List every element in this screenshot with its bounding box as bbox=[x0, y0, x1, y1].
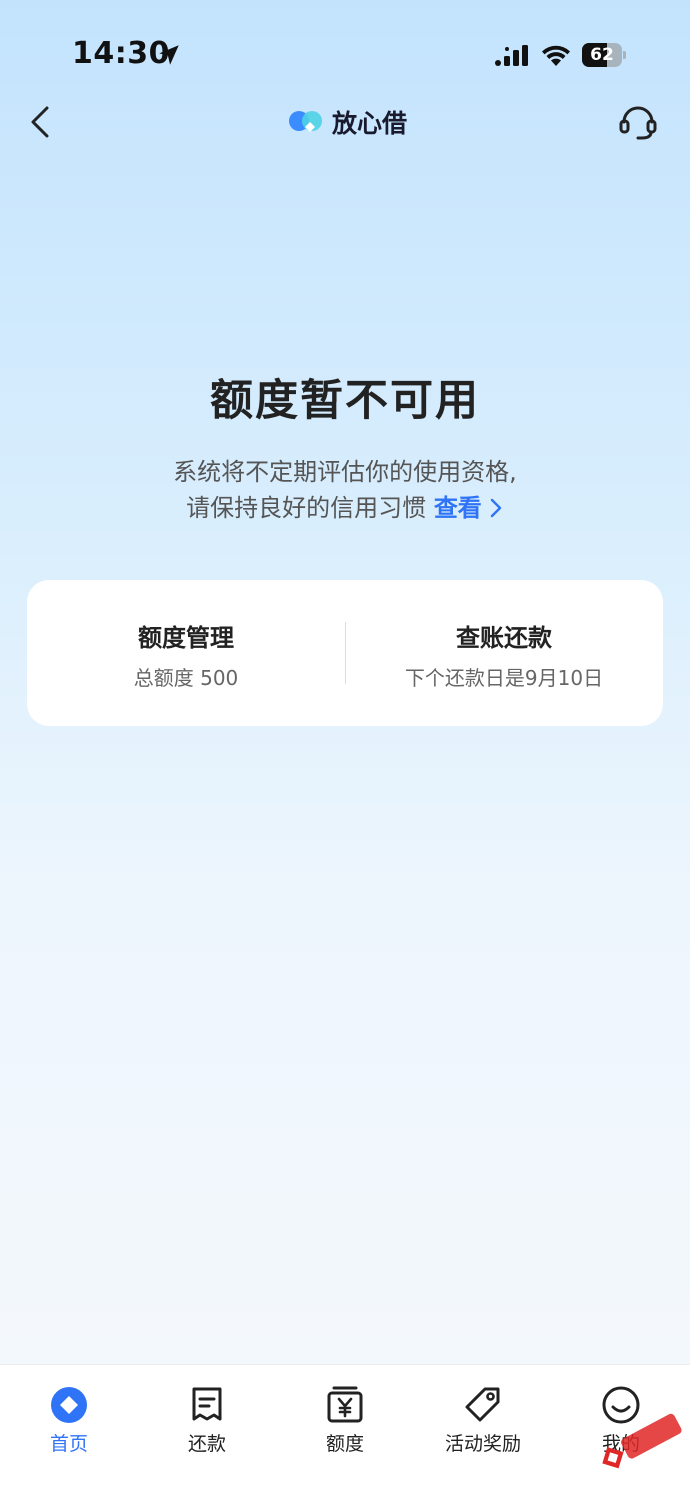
chevron-right-icon bbox=[490, 498, 502, 518]
battery-level: 62 bbox=[590, 45, 614, 65]
next-repayment-date-text: 下个还款日是9月10日 bbox=[404, 666, 604, 690]
description-line-1: 系统将不定期评估你的使用资格, bbox=[173, 458, 517, 486]
yuan-box-icon bbox=[327, 1386, 363, 1423]
tab-rewards[interactable]: 活动奖励 bbox=[414, 1365, 552, 1500]
chevron-left-icon bbox=[31, 106, 49, 138]
page-title: 额度暂不可用 bbox=[210, 376, 480, 426]
tab-home[interactable]: 首页 bbox=[0, 1365, 138, 1500]
home-diamond-icon bbox=[51, 1387, 87, 1423]
tab-credit[interactable]: 额度 bbox=[276, 1365, 414, 1500]
tab-rewards-label: 活动奖励 bbox=[444, 1433, 521, 1455]
wifi-icon bbox=[542, 45, 570, 66]
total-credit-text: 总额度 500 bbox=[133, 666, 239, 690]
credit-management-button[interactable]: 额度管理 总额度 500 bbox=[27, 580, 345, 726]
tab-credit-label: 额度 bbox=[325, 1433, 364, 1455]
brand-name: 放心借 bbox=[332, 109, 408, 138]
credit-management-title: 额度管理 bbox=[138, 624, 234, 652]
brand: 放心借 bbox=[288, 104, 407, 140]
bill-repayment-button[interactable]: 查账还款 下个还款日是9月10日 bbox=[345, 580, 663, 726]
battery-indicator: 62 bbox=[582, 43, 626, 67]
customer-service-button[interactable] bbox=[616, 100, 660, 144]
tag-icon bbox=[465, 1387, 500, 1422]
cellular-signal-icon bbox=[495, 45, 528, 66]
status-description: 系统将不定期评估你的使用资格, 请保持良好的信用习惯 查看 bbox=[0, 454, 690, 526]
bill-repayment-title: 查账还款 bbox=[456, 624, 552, 652]
back-button[interactable] bbox=[20, 100, 64, 144]
location-arrow-icon bbox=[159, 45, 179, 65]
bill-icon bbox=[192, 1387, 222, 1421]
tab-home-label: 首页 bbox=[49, 1433, 88, 1455]
view-details-link[interactable]: 查看 bbox=[434, 490, 504, 526]
watermark-logo-icon bbox=[602, 1413, 682, 1469]
description-line-2-text: 请保持良好的信用习惯 bbox=[186, 494, 427, 522]
bottom-tab-bar: 首页 还款 额度 活动奖励 我的 bbox=[0, 1364, 690, 1500]
tab-repayment[interactable]: 还款 bbox=[138, 1365, 276, 1500]
status-bar: 14:30 62 bbox=[0, 0, 690, 100]
tab-repayment-label: 还款 bbox=[187, 1433, 226, 1455]
quick-actions-card: 额度管理 总额度 500 查账还款 下个还款日是9月10日 bbox=[27, 580, 663, 726]
headset-icon bbox=[619, 106, 657, 140]
description-line-2: 请保持良好的信用习惯 查看 bbox=[0, 490, 690, 526]
brand-logo-icon bbox=[289, 111, 322, 132]
view-link-label: 查看 bbox=[433, 494, 482, 522]
